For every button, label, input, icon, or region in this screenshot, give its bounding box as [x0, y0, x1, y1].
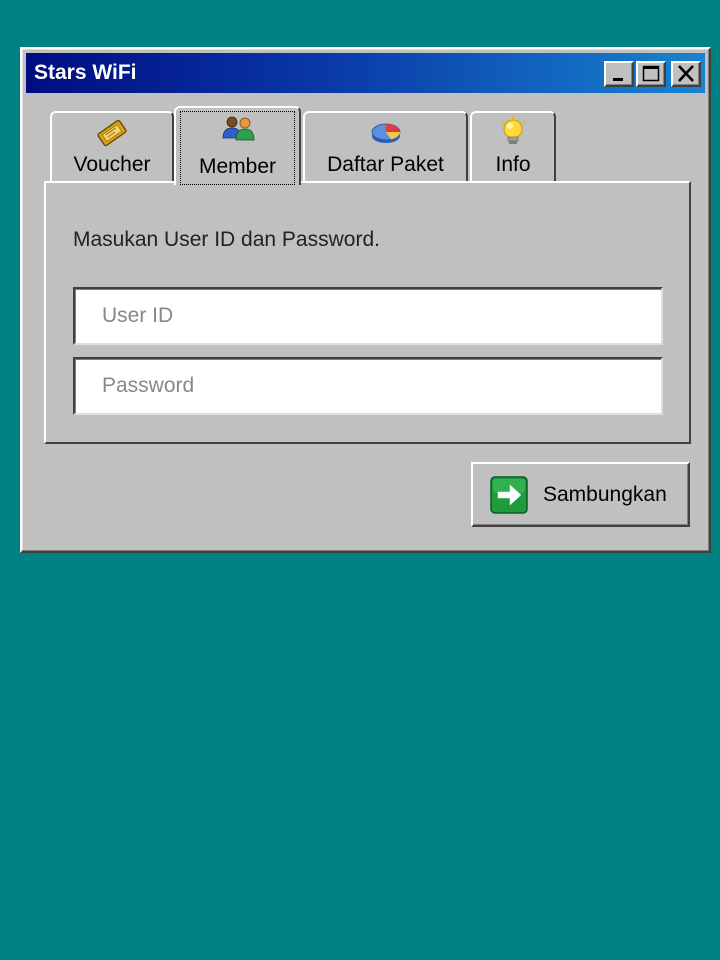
app-window: Stars WiFi Voucher Member Daftar Paket I… — [20, 47, 711, 553]
minimize-button[interactable] — [604, 61, 634, 87]
tab-info-label: Info — [495, 153, 531, 176]
pie-chart-icon — [371, 123, 400, 143]
maximize-icon — [642, 65, 660, 82]
login-instruction: Masukan User ID dan Password. — [73, 228, 380, 251]
password-input[interactable] — [73, 357, 663, 415]
users-icon — [222, 116, 254, 141]
maximize-button[interactable] — [636, 61, 666, 87]
window-title: Stars WiFi — [34, 61, 137, 84]
lightbulb-icon — [500, 116, 526, 144]
ticket-icon — [97, 119, 127, 147]
tab-daftar-paket[interactable]: Daftar Paket — [303, 111, 468, 183]
tab-info[interactable]: Info — [470, 111, 556, 183]
arrow-right-icon — [490, 476, 528, 514]
connect-button[interactable]: Sambungkan — [471, 462, 690, 527]
tab-voucher[interactable]: Voucher — [50, 111, 174, 183]
close-icon — [678, 65, 694, 82]
tab-voucher-label: Voucher — [73, 153, 151, 176]
title-bar[interactable]: Stars WiFi — [26, 53, 705, 93]
tab-member-label: Member — [198, 155, 277, 178]
minimize-icon — [613, 78, 623, 81]
member-tab-panel: Masukan User ID dan Password. — [44, 181, 691, 444]
user-id-input[interactable] — [73, 287, 663, 345]
connect-button-label: Sambungkan — [543, 483, 667, 506]
tab-daftar-paket-label: Daftar Paket — [327, 153, 444, 176]
close-button[interactable] — [671, 61, 701, 87]
tab-member[interactable]: Member — [174, 106, 301, 185]
